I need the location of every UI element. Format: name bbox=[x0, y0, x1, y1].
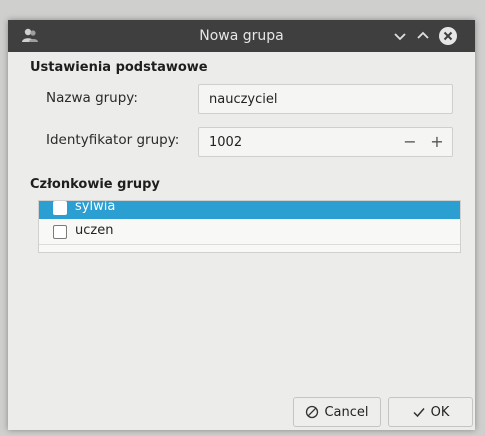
member-checkbox-sylwia[interactable] bbox=[53, 201, 67, 215]
minimize-icon[interactable] bbox=[391, 27, 409, 45]
group-name-input[interactable] bbox=[198, 84, 453, 114]
group-id-label: Identyfikator grupy: bbox=[46, 132, 180, 148]
basic-settings-heading: Ustawienia podstawowe bbox=[30, 60, 208, 75]
group-id-increment-button[interactable]: + bbox=[426, 131, 448, 153]
group-id-decrement-button[interactable]: − bbox=[399, 131, 421, 153]
ok-button[interactable]: OK bbox=[388, 397, 473, 427]
cancel-button-label: Cancel bbox=[324, 404, 369, 420]
close-icon[interactable] bbox=[439, 27, 457, 45]
cancel-icon bbox=[306, 405, 319, 419]
member-checkbox-uczen[interactable] bbox=[53, 225, 67, 239]
group-members-list[interactable]: sylwia uczen bbox=[38, 200, 461, 253]
list-divider bbox=[39, 244, 460, 245]
list-item-sylwia[interactable]: sylwia bbox=[39, 200, 460, 219]
maximize-icon[interactable] bbox=[414, 27, 432, 45]
member-label: uczen bbox=[75, 223, 114, 238]
member-label: sylwia bbox=[75, 200, 116, 214]
list-item-uczen[interactable]: uczen bbox=[39, 220, 460, 244]
group-members-heading: Członkowie grupy bbox=[30, 177, 160, 192]
cancel-button[interactable]: Cancel bbox=[293, 397, 381, 427]
group-name-label: Nazwa grupy: bbox=[46, 90, 138, 106]
new-group-dialog: Nowa grupa Ustawienia podstawowe Nazwa g… bbox=[8, 20, 475, 430]
checkmark-icon bbox=[413, 408, 425, 418]
title-bar[interactable]: Nowa grupa bbox=[8, 20, 475, 52]
ok-button-label: OK bbox=[430, 404, 450, 420]
